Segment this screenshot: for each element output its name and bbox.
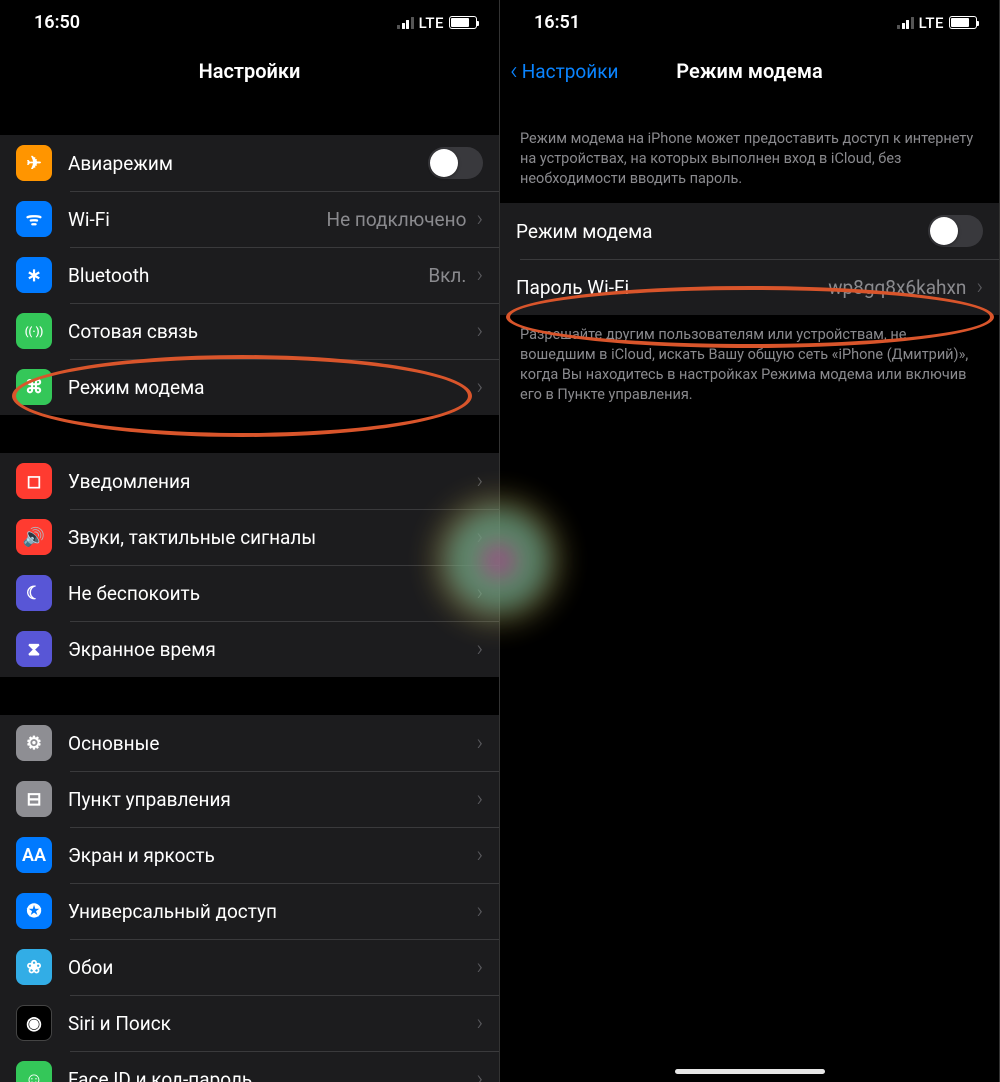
accessibility-icon: ✪ — [16, 893, 52, 929]
status-bar: 16:50 LTE — [0, 0, 499, 45]
page-title: Настройки — [199, 59, 301, 83]
cell-label: Экран и яркость — [68, 844, 215, 867]
wallpaper-icon: ❀ — [16, 949, 52, 985]
cell-label: Обои — [68, 956, 113, 979]
cell-airplane[interactable]: ✈ Авиарежим — [0, 135, 499, 191]
cell-dnd[interactable]: ☾ Не беспокоить › — [0, 565, 499, 621]
cell-wifi[interactable]: ᯤ Wi-Fi Не подключено › — [0, 191, 499, 247]
carrier-label: LTE — [419, 14, 444, 32]
hotspot-icon: ⌘ — [16, 369, 52, 405]
cell-label: Уведомления — [68, 470, 190, 493]
chevron-right-icon: › — [476, 955, 483, 980]
cell-label: Wi-Fi — [68, 208, 110, 231]
chevron-right-icon: › — [476, 319, 483, 344]
toggle[interactable] — [928, 215, 983, 247]
wifi-icon: ᯤ — [16, 201, 52, 237]
home-indicator[interactable] — [675, 1069, 825, 1074]
back-button[interactable]: ‹ Настройки — [510, 58, 618, 84]
cell-label: Bluetooth — [68, 264, 149, 287]
chevron-right-icon: › — [476, 1067, 483, 1082]
chevron-right-icon: › — [476, 1011, 483, 1036]
cell-label: Siri и Поиск — [68, 1012, 171, 1035]
battery-icon — [449, 16, 477, 29]
settings-screen: 16:50 LTE Настройки ✈ Авиарежим ᯤ Wi-Fi Не п… — [0, 0, 500, 1082]
chevron-right-icon: › — [476, 469, 483, 494]
cell-display[interactable]: AA Экран и яркость › — [0, 827, 499, 883]
cell-detail: wp8gq8x6kahxn — [828, 276, 966, 299]
chevron-left-icon: ‹ — [510, 58, 518, 84]
cell-wifi-password[interactable]: Пароль Wi-Fi wp8gq8x6kahxn › — [500, 259, 999, 315]
hotspot-content[interactable]: Режим модема на iPhone может предоставит… — [500, 97, 999, 1082]
chevron-right-icon: › — [976, 275, 983, 300]
settings-list[interactable]: ✈ Авиарежим ᯤ Wi-Fi Не подключено › ∗ Bluetooth… — [0, 97, 499, 1082]
cell-wallpaper[interactable]: ❀ Обои › — [0, 939, 499, 995]
cell-accessibility[interactable]: ✪ Универсальный доступ › — [0, 883, 499, 939]
nav-bar: Настройки — [0, 45, 499, 97]
carrier-label: LTE — [919, 14, 944, 32]
cell-general[interactable]: ⚙ Основные › — [0, 715, 499, 771]
chevron-right-icon: › — [476, 581, 483, 606]
cell-label: Face ID и код-пароль — [68, 1068, 252, 1082]
cell-siri[interactable]: ◉ Siri и Поиск › — [0, 995, 499, 1051]
cell-label: Сотовая связь — [68, 320, 198, 343]
status-bar: 16:51 LTE — [500, 0, 999, 45]
status-time: 16:50 — [34, 12, 80, 33]
cell-detail: Не подключено — [327, 208, 467, 231]
chevron-right-icon: › — [476, 787, 483, 812]
faceid-icon: ☺ — [16, 1061, 52, 1082]
chevron-right-icon: › — [476, 207, 483, 232]
signal-icon — [397, 17, 414, 29]
footer-text: Разрешайте другим пользователям или устр… — [500, 315, 999, 405]
chevron-right-icon: › — [476, 263, 483, 288]
siri-icon: ◉ — [16, 1005, 52, 1041]
cell-hotspot[interactable]: ⌘ Режим модема › — [0, 359, 499, 415]
cell-label: Авиарежим — [68, 152, 173, 175]
airplane-icon: ✈ — [16, 145, 52, 181]
sounds-icon: 🔊 — [16, 519, 52, 555]
cell-label: Универсальный доступ — [68, 900, 277, 923]
chevron-right-icon: › — [476, 731, 483, 756]
chevron-right-icon: › — [476, 843, 483, 868]
switches-icon: ⊟ — [16, 781, 52, 817]
cell-label: Экранное время — [68, 638, 216, 661]
cell-controlcenter[interactable]: ⊟ Пункт управления › — [0, 771, 499, 827]
gear-icon: ⚙ — [16, 725, 52, 761]
chevron-right-icon: › — [476, 899, 483, 924]
cell-hotspot-toggle[interactable]: Режим модема — [500, 203, 999, 259]
cell-faceid[interactable]: ☺ Face ID и код-пароль › — [0, 1051, 499, 1082]
cell-label: Пункт управления — [68, 788, 231, 811]
battery-icon — [949, 16, 977, 29]
cell-label: Режим модема — [516, 220, 653, 243]
toggle[interactable] — [428, 147, 483, 179]
signal-icon — [897, 17, 914, 29]
chevron-right-icon: › — [476, 375, 483, 400]
back-label: Настройки — [522, 60, 619, 83]
bluetooth-icon: ∗ — [16, 257, 52, 293]
cell-label: Режим модема — [68, 376, 205, 399]
cell-label: Звуки, тактильные сигналы — [68, 526, 316, 549]
chevron-right-icon: › — [476, 637, 483, 662]
status-time: 16:51 — [534, 12, 580, 33]
cell-label: Не беспокоить — [68, 582, 200, 605]
page-title: Режим модема — [676, 59, 822, 83]
cell-screentime[interactable]: ⧗ Экранное время › — [0, 621, 499, 677]
chevron-right-icon: › — [476, 525, 483, 550]
cell-bluetooth[interactable]: ∗ Bluetooth Вкл. › — [0, 247, 499, 303]
notifications-icon: ◻ — [16, 463, 52, 499]
cell-cellular[interactable]: ((·)) Сотовая связь › — [0, 303, 499, 359]
nav-bar: ‹ Настройки Режим модема — [500, 45, 999, 97]
hotspot-screen: 16:51 LTE ‹ Настройки Режим модема Режим… — [500, 0, 1000, 1082]
antenna-icon: ((·)) — [16, 313, 52, 349]
cell-sounds[interactable]: 🔊 Звуки, тактильные сигналы › — [0, 509, 499, 565]
intro-text: Режим модема на iPhone может предоставит… — [500, 97, 999, 203]
cell-detail: Вкл. — [428, 264, 466, 287]
cell-notifications[interactable]: ◻ Уведомления › — [0, 453, 499, 509]
cell-label: Пароль Wi-Fi — [516, 276, 629, 299]
hourglass-icon: ⧗ — [16, 631, 52, 667]
cell-label: Основные — [68, 732, 159, 755]
text-size-icon: AA — [16, 837, 52, 873]
moon-icon: ☾ — [16, 575, 52, 611]
